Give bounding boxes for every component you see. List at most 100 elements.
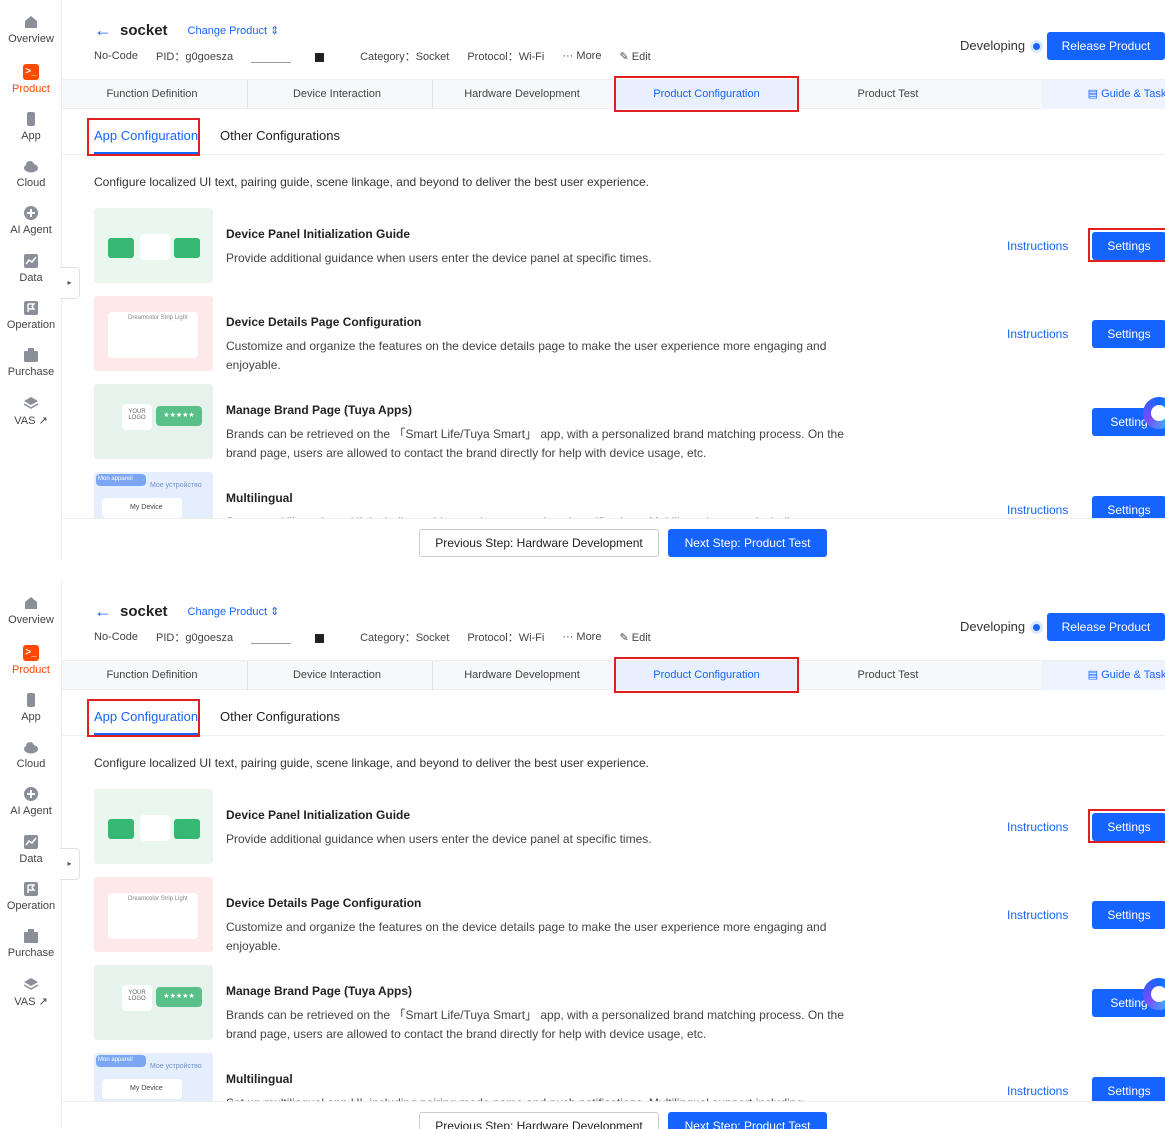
layers-icon xyxy=(23,976,39,992)
sidebar-item-app[interactable]: App xyxy=(0,692,62,723)
chart-icon xyxy=(23,834,39,850)
tab-device-interaction[interactable]: Device Interaction xyxy=(247,80,427,109)
subtab-other-configurations[interactable]: Other Configurations xyxy=(220,128,340,143)
screenshot-panel-bottom: Overview >_ Product App Cloud AI Agent D… xyxy=(0,581,1165,1129)
sidebar-item-vas[interactable]: VAS ↗ xyxy=(0,976,62,1008)
details-page-thumbnail: Dreamcolor Strip Light xyxy=(94,296,213,371)
tab-product-test[interactable]: Product Test xyxy=(798,80,978,109)
terminal-icon: >_ xyxy=(23,64,39,80)
item-description: Provide additional guidance when users e… xyxy=(226,251,652,265)
status-badge: Developing xyxy=(960,38,1041,53)
sidebar-item-cloud[interactable]: Cloud xyxy=(0,158,62,189)
item-title: Manage Brand Page (Tuya Apps) xyxy=(226,403,413,417)
settings-button[interactable]: Settings xyxy=(1092,901,1165,929)
tab-device-interaction[interactable]: Device Interaction xyxy=(247,661,427,690)
config-item-panel-guide: Device Panel Initialization Guide Provid… xyxy=(94,789,1165,869)
cloud-icon xyxy=(23,158,39,174)
highlight-app-configuration xyxy=(87,118,200,156)
plus-circle-icon xyxy=(23,205,39,221)
protocol-label: Protocol：Wi-Fi xyxy=(467,51,545,63)
cart-icon xyxy=(23,928,39,944)
more-menu[interactable]: ··· More xyxy=(562,50,601,62)
guide-task-button[interactable]: ▤ Guide & Task3 xyxy=(1042,80,1165,109)
edit-link[interactable]: ✎ Edit xyxy=(619,50,650,63)
copy-icon[interactable] xyxy=(315,633,325,643)
previous-step-button[interactable]: Previous Step: Hardware Development xyxy=(419,1112,659,1129)
item-title: Manage Brand Page (Tuya Apps) xyxy=(226,984,413,998)
subtab-other-configurations[interactable]: Other Configurations xyxy=(220,709,340,724)
terminal-icon: >_ xyxy=(23,645,39,661)
instructions-link[interactable]: Instructions xyxy=(1007,239,1068,253)
more-menu[interactable]: ··· More xyxy=(562,631,601,643)
item-title: Multilingual xyxy=(226,491,293,505)
tab-hardware-development[interactable]: Hardware Development xyxy=(432,661,612,690)
sidebar-item-product[interactable]: >_ Product xyxy=(0,64,62,95)
strip-light-label: Dreamcolor Strip Light xyxy=(108,893,198,939)
sidebar-item-overview[interactable]: Overview xyxy=(0,14,62,45)
tab-hardware-development[interactable]: Hardware Development xyxy=(432,80,612,109)
next-step-button[interactable]: Next Step: Product Test xyxy=(668,1112,827,1129)
highlight-settings-button xyxy=(1088,228,1165,262)
category-label: Category：Socket xyxy=(360,51,450,63)
sidebar-item-ai-agent[interactable]: AI Agent xyxy=(0,205,62,236)
sidebar-collapse-handle[interactable]: ▸ xyxy=(60,267,80,299)
sidebar-item-operation[interactable]: Operation xyxy=(0,300,62,331)
previous-step-button[interactable]: Previous Step: Hardware Development xyxy=(419,529,659,557)
sidebar-item-cloud[interactable]: Cloud xyxy=(0,739,62,770)
phone-icon xyxy=(23,111,39,127)
tab-function-definition[interactable]: Function Definition xyxy=(62,661,242,690)
settings-button[interactable]: Settings xyxy=(1092,320,1165,348)
status-dot-icon xyxy=(1033,624,1041,632)
product-name: socket xyxy=(120,602,168,620)
instructions-link[interactable]: Instructions xyxy=(1007,1084,1068,1098)
category-label: Category：Socket xyxy=(360,632,450,644)
sidebar-item-data[interactable]: Data xyxy=(0,253,62,284)
sidebar-item-operation[interactable]: Operation xyxy=(0,881,62,912)
next-step-button[interactable]: Next Step: Product Test xyxy=(668,529,827,557)
brand-page-thumbnail: YOUR LOGO ★★★★★ xyxy=(94,384,213,459)
config-item-brand-page: YOUR LOGO ★★★★★ Manage Brand Page (Tuya … xyxy=(94,965,1165,1045)
item-title: Multilingual xyxy=(226,1072,293,1086)
item-title: Device Panel Initialization Guide xyxy=(226,808,411,822)
instructions-link[interactable]: Instructions xyxy=(1007,908,1068,922)
panel-guide-thumbnail xyxy=(94,208,213,283)
product-header: ← socket Change Product ⇕ xyxy=(94,20,279,40)
panel-guide-thumbnail xyxy=(94,789,213,864)
copy-icon[interactable] xyxy=(315,52,325,62)
sidebar-item-product[interactable]: >_ Product xyxy=(0,645,62,676)
back-arrow-icon[interactable]: ← xyxy=(94,601,112,622)
highlight-app-configuration xyxy=(87,699,200,737)
sidebar-item-ai-agent[interactable]: AI Agent xyxy=(0,786,62,817)
tab-product-test[interactable]: Product Test xyxy=(798,661,978,690)
mode-label: No-Code xyxy=(94,50,139,62)
guide-task-button[interactable]: ▤ Guide & Task3 xyxy=(1042,661,1165,690)
release-product-button[interactable]: Release Product xyxy=(1047,613,1165,641)
instructions-link[interactable]: Instructions xyxy=(1007,820,1068,834)
step-footer: Previous Step: Hardware Development Next… xyxy=(62,518,1165,560)
item-title: Device Panel Initialization Guide xyxy=(226,227,411,241)
instructions-link[interactable]: Instructions xyxy=(1007,327,1068,341)
sidebar-item-purchase[interactable]: Purchase xyxy=(0,347,62,378)
sidebar-item-data[interactable]: Data xyxy=(0,834,62,865)
change-product-link[interactable]: Change Product ⇕ xyxy=(188,605,280,618)
sidebar-item-purchase[interactable]: Purchase xyxy=(0,928,62,959)
sidebar-item-overview[interactable]: Overview xyxy=(0,595,62,626)
change-product-link[interactable]: Change Product ⇕ xyxy=(188,24,280,37)
status-dot-icon xyxy=(1033,43,1041,51)
edit-link[interactable]: ✎ Edit xyxy=(619,631,650,644)
instructions-link[interactable]: Instructions xyxy=(1007,503,1068,517)
flag-icon xyxy=(23,881,39,897)
plus-circle-icon xyxy=(23,786,39,802)
link-icon xyxy=(174,819,200,839)
config-item-brand-page: YOUR LOGO ★★★★★ Manage Brand Page (Tuya … xyxy=(94,384,1165,464)
strip-light-label: Dreamcolor Strip Light xyxy=(108,312,198,358)
sidebar-item-app[interactable]: App xyxy=(0,111,62,142)
sidebar-collapse-handle[interactable]: ▸ xyxy=(60,848,80,880)
tab-function-definition[interactable]: Function Definition xyxy=(62,80,242,109)
item-description: Customize and organize the features on t… xyxy=(226,339,827,372)
moe-label: Мое устройство xyxy=(150,1063,202,1070)
sidebar-item-vas[interactable]: VAS ↗ xyxy=(0,395,62,427)
back-arrow-icon[interactable]: ← xyxy=(94,20,112,41)
release-product-button[interactable]: Release Product xyxy=(1047,32,1165,60)
your-logo-label: YOUR LOGO xyxy=(122,985,152,1011)
